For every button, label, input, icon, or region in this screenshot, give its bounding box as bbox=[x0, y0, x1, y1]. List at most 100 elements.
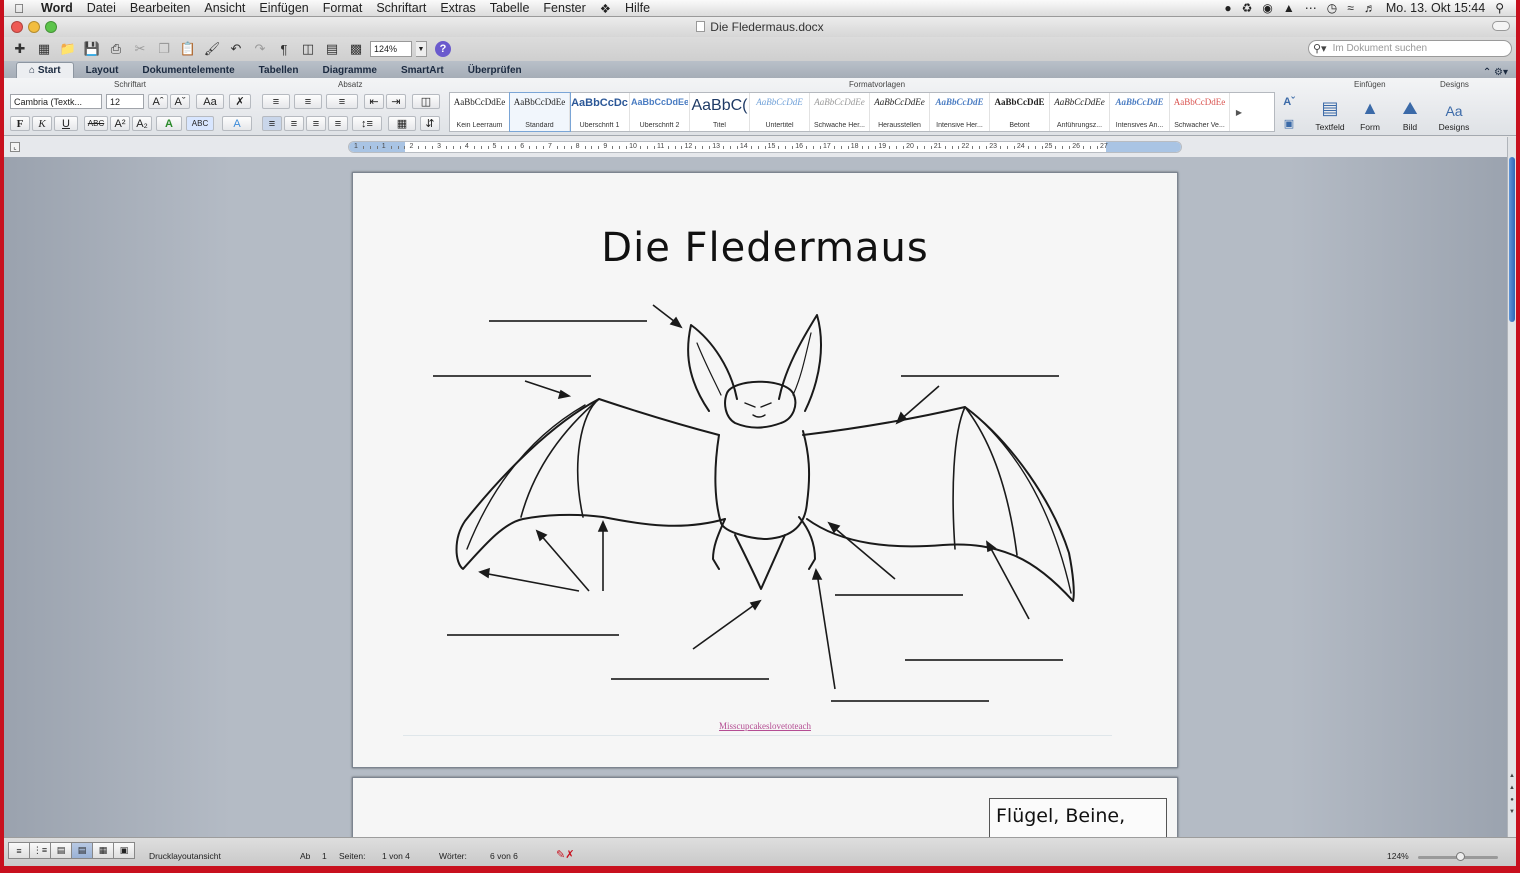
decrease-indent-icon[interactable]: ⇤ bbox=[364, 94, 384, 109]
previous-page-icon[interactable]: ▲ bbox=[1508, 785, 1516, 791]
pages-value[interactable]: 1 von 4 bbox=[382, 851, 410, 861]
media-browser-icon[interactable]: ▤ bbox=[322, 40, 342, 58]
tab-dokumentelemente[interactable]: Dokumentelemente bbox=[130, 63, 246, 78]
grow-font-icon[interactable]: Aˆ bbox=[148, 94, 168, 109]
menu-bearbeiten[interactable]: Bearbeiten bbox=[123, 1, 197, 15]
tab-diagramme[interactable]: Diagramme bbox=[310, 63, 388, 78]
answer-blank-line[interactable] bbox=[489, 320, 647, 322]
style-tile[interactable]: AaBbCcDdEe Schwache Her... bbox=[810, 93, 870, 131]
tab-ueberpruefen[interactable]: Überprüfen bbox=[456, 63, 534, 78]
draft-view-icon[interactable]: ≡ bbox=[8, 842, 30, 859]
sidebar-icon[interactable]: ◫ bbox=[298, 40, 318, 58]
focus-view-icon[interactable]: ▣ bbox=[113, 842, 135, 859]
word-bank-text[interactable]: Flügel, Beine, bbox=[996, 805, 1125, 827]
themes-button[interactable]: Aa Designs bbox=[1434, 96, 1474, 132]
style-tile[interactable]: AaBbCcDdEe Anführungsz... bbox=[1050, 93, 1110, 131]
menu-word[interactable]: Word bbox=[34, 1, 80, 15]
page[interactable]: Flügel, Beine, bbox=[352, 777, 1178, 837]
align-left-icon[interactable]: ≡ bbox=[262, 116, 282, 131]
style-tile[interactable]: AaBbCcDdEe Standard bbox=[509, 92, 571, 132]
wifi-icon[interactable]: ≈ bbox=[1347, 1, 1354, 15]
undo-icon[interactable]: ↶ bbox=[226, 40, 246, 58]
paste-icon[interactable]: 📋 bbox=[178, 40, 198, 58]
numbering-icon[interactable]: ≡ bbox=[294, 94, 322, 109]
vertical-scrollbar[interactable]: ▲ ▲ ● ▼ bbox=[1507, 137, 1516, 837]
multilevel-list-icon[interactable]: ≡ bbox=[326, 94, 358, 109]
menu-datei[interactable]: Datei bbox=[80, 1, 123, 15]
answer-blank-line[interactable] bbox=[433, 375, 591, 377]
tab-start[interactable]: ⌂ Start bbox=[16, 62, 74, 78]
bullets-icon[interactable]: ≡ bbox=[262, 94, 290, 109]
style-tile[interactable]: AaBbCcDdE Betont bbox=[990, 93, 1050, 131]
style-tile[interactable]: AaBbCcDdE Intensives An... bbox=[1110, 93, 1170, 131]
scroll-thumb[interactable] bbox=[1509, 157, 1515, 322]
underline-icon[interactable]: U bbox=[54, 116, 78, 131]
superscript-icon[interactable]: A² bbox=[110, 116, 130, 131]
tab-tabellen[interactable]: Tabellen bbox=[247, 63, 311, 78]
style-tile[interactable]: AaBbCcDdEe Schwacher Ve... bbox=[1170, 93, 1230, 131]
redo-icon[interactable]: ↷ bbox=[250, 40, 270, 58]
answer-blank-line[interactable] bbox=[611, 678, 769, 680]
spellcheck-icon[interactable]: ✎✗ bbox=[556, 848, 574, 861]
strikethrough-icon[interactable]: ABC bbox=[84, 116, 108, 131]
subscript-icon[interactable]: A₂ bbox=[132, 116, 152, 131]
browse-object-icon[interactable]: ● bbox=[1508, 797, 1516, 803]
apple-menu-icon[interactable]:  bbox=[4, 1, 34, 16]
time-machine-icon[interactable]: ◷ bbox=[1327, 1, 1337, 15]
menu-format[interactable]: Format bbox=[316, 1, 370, 15]
menubar-clock[interactable]: Mo. 13. Okt 15:44 bbox=[1386, 1, 1485, 15]
answer-blank-line[interactable] bbox=[447, 634, 619, 636]
toolbox-icon[interactable]: ▩ bbox=[346, 40, 366, 58]
close-window-button[interactable] bbox=[11, 21, 23, 33]
manage-styles-icon[interactable]: Aˇ bbox=[1278, 94, 1300, 109]
style-tile[interactable]: AaBbCcDdE Intensive Her... bbox=[930, 93, 990, 131]
style-tile[interactable]: AaBbCcDdEe Überschrift 2 bbox=[630, 93, 690, 131]
document-area[interactable]: Die Fledermaus Misscupcakeslovetoteach F… bbox=[4, 157, 1516, 837]
style-tile[interactable]: AaBbC(Titel bbox=[690, 93, 750, 131]
menu-hilfe[interactable]: Hilfe bbox=[618, 1, 657, 15]
answer-blank-line[interactable] bbox=[905, 659, 1063, 661]
increase-indent-icon[interactable]: ⇥ bbox=[386, 94, 406, 109]
sort-icon[interactable]: ⇵ bbox=[420, 116, 440, 131]
styles-scroll-icon[interactable]: ▶ bbox=[1230, 93, 1248, 131]
menu-extras[interactable]: Extras bbox=[433, 1, 482, 15]
copy-icon[interactable]: ❐ bbox=[154, 40, 174, 58]
font-size-field[interactable]: 12 bbox=[106, 94, 144, 109]
change-case-icon[interactable]: Aa bbox=[196, 94, 224, 109]
script-menu-icon[interactable]: ❖ bbox=[593, 1, 618, 16]
words-value[interactable]: 6 von 6 bbox=[490, 851, 518, 861]
tab-layout[interactable]: Layout bbox=[74, 63, 131, 78]
new-document-icon[interactable]: ✚ bbox=[10, 40, 30, 58]
line-spacing-icon[interactable]: ↕≡ bbox=[352, 116, 382, 131]
highlight-icon[interactable]: ABC bbox=[186, 116, 214, 131]
outline-view-icon[interactable]: ⋮≡ bbox=[29, 842, 51, 859]
print-icon[interactable]: ⎙ bbox=[106, 40, 126, 58]
menu-schriftart[interactable]: Schriftart bbox=[369, 1, 433, 15]
pilcrow-icon[interactable]: ¶ bbox=[274, 40, 294, 58]
style-tile[interactable]: AaBbCcDdE Untertitel bbox=[750, 93, 810, 131]
menu-ansicht[interactable]: Ansicht bbox=[197, 1, 252, 15]
format-painter-icon[interactable]: 🖌 bbox=[202, 40, 222, 58]
scroll-up-icon[interactable]: ▲ bbox=[1508, 773, 1516, 779]
eject-icon[interactable]: ▲ bbox=[1283, 1, 1295, 15]
answer-blank-line[interactable] bbox=[835, 594, 963, 596]
font-color-icon[interactable]: A bbox=[156, 116, 182, 131]
status-app-icon[interactable]: ● bbox=[1224, 1, 1231, 15]
clear-formatting-icon[interactable]: ✗ bbox=[229, 94, 251, 109]
zoom-dropdown-icon[interactable]: ▼ bbox=[416, 41, 427, 57]
menu-einfuegen[interactable]: Einfügen bbox=[252, 1, 315, 15]
zoom-slider[interactable] bbox=[1418, 852, 1498, 861]
save-icon[interactable]: 💾 bbox=[82, 40, 102, 58]
tab-smartart[interactable]: SmartArt bbox=[389, 63, 456, 78]
style-tile[interactable]: AaBbCcDc Überschrift 1 bbox=[570, 93, 630, 131]
volume-icon[interactable]: ♬ bbox=[1364, 1, 1376, 15]
shrink-font-icon[interactable]: Aˇ bbox=[170, 94, 190, 109]
ribbon-collapse-icon[interactable]: ⌃ ⚙▾ bbox=[1483, 67, 1516, 78]
answer-blank-line[interactable] bbox=[901, 375, 1059, 377]
align-center-icon[interactable]: ≡ bbox=[284, 116, 304, 131]
picture-button[interactable]: ⛰ Bild bbox=[1390, 96, 1430, 132]
open-icon[interactable]: 📁 bbox=[58, 40, 78, 58]
credit-link[interactable]: Misscupcakeslovetoteach bbox=[353, 721, 1177, 731]
borders-icon[interactable]: ▦ bbox=[388, 116, 416, 131]
cut-icon[interactable]: ✂ bbox=[130, 40, 150, 58]
